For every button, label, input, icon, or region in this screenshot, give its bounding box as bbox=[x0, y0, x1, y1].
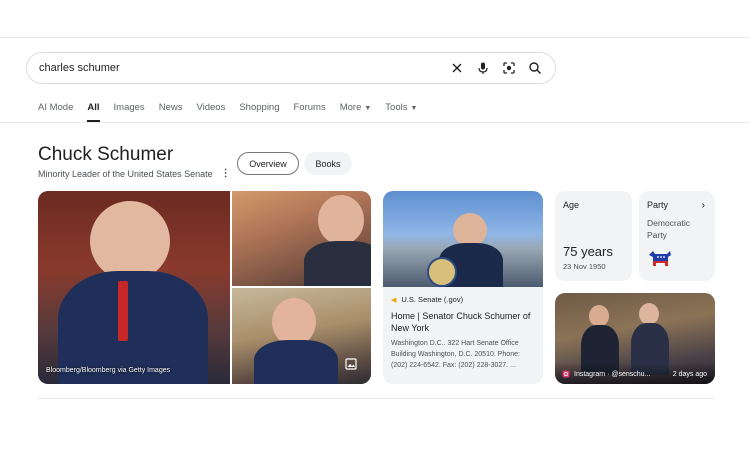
result-snippet: Washington D.C.. 322 Hart Senate Office … bbox=[391, 340, 520, 369]
web-result-card[interactable]: ◀ U.S. Senate (.gov) Home | Senator Chuc… bbox=[383, 191, 543, 384]
birth-date: 23 Nov 1950 bbox=[563, 262, 606, 271]
tab-forums[interactable]: Forums bbox=[294, 102, 326, 122]
image-gallery-icon[interactable] bbox=[345, 358, 357, 370]
search-bar[interactable]: charles schumer bbox=[26, 52, 556, 84]
site-favicon-icon: ◀ bbox=[391, 296, 397, 304]
search-icon[interactable] bbox=[523, 56, 547, 80]
tab-tools[interactable]: Tools ▼ bbox=[385, 102, 417, 122]
search-input[interactable]: charles schumer bbox=[39, 62, 445, 74]
instagram-card[interactable]: Instagram · @senschu... 2 days ago bbox=[555, 293, 715, 384]
tab-more[interactable]: More ▼ bbox=[340, 102, 372, 122]
entity-title: Chuck Schumer bbox=[38, 144, 174, 165]
tab-news[interactable]: News bbox=[159, 102, 183, 122]
section-divider bbox=[38, 398, 715, 399]
chip-books[interactable]: Books bbox=[304, 152, 352, 175]
chevron-right-icon[interactable]: › bbox=[702, 200, 705, 211]
more-options-icon[interactable]: ⋮ bbox=[221, 168, 231, 179]
lens-icon[interactable] bbox=[497, 56, 521, 80]
chip-overview[interactable]: Overview bbox=[237, 152, 299, 175]
tab-shopping[interactable]: Shopping bbox=[239, 102, 279, 122]
age-value: 75 years bbox=[563, 244, 613, 259]
result-thumbnail bbox=[383, 191, 543, 287]
party-card[interactable]: Party › Democratic Party bbox=[639, 191, 715, 281]
caret-down-icon: ▼ bbox=[410, 105, 418, 112]
party-label: Party bbox=[647, 200, 669, 210]
main-photo[interactable]: Bloomberg/Bloomberg via Getty Images bbox=[38, 191, 230, 384]
tab-all[interactable]: All bbox=[87, 102, 100, 122]
democratic-donkey-icon bbox=[649, 251, 671, 266]
tab-images[interactable]: Images bbox=[114, 102, 145, 122]
entity-subtitle: Minority Leader of the United States Sen… bbox=[38, 168, 231, 179]
top-divider bbox=[0, 37, 750, 38]
entity-subtitle-text: Minority Leader of the United States Sen… bbox=[38, 168, 213, 179]
party-value: Democratic Party bbox=[647, 218, 690, 240]
age-label: Age bbox=[563, 200, 580, 210]
tab-videos[interactable]: Videos bbox=[196, 102, 225, 122]
photo-bottom-right[interactable] bbox=[232, 288, 371, 384]
photo-credit: Bloomberg/Bloomberg via Getty Images bbox=[46, 367, 171, 374]
photo-top-right[interactable] bbox=[232, 191, 371, 286]
close-icon[interactable] bbox=[445, 56, 469, 80]
instagram-source: Instagram · @senschu... bbox=[562, 370, 650, 378]
caret-down-icon: ▼ bbox=[364, 105, 372, 112]
result-title[interactable]: Home | Senator Chuck Schumer of New York bbox=[391, 310, 537, 334]
instagram-icon bbox=[562, 370, 570, 378]
tabs-divider bbox=[0, 122, 750, 123]
microphone-icon[interactable] bbox=[471, 56, 495, 80]
search-tabs: AI Mode All Images News Videos Shopping … bbox=[38, 102, 431, 122]
tab-ai-mode[interactable]: AI Mode bbox=[38, 102, 73, 122]
instagram-time: 2 days ago bbox=[672, 371, 707, 378]
age-card[interactable]: Age 75 years 23 Nov 1950 bbox=[555, 191, 632, 281]
result-source: ◀ U.S. Senate (.gov) bbox=[391, 295, 464, 304]
